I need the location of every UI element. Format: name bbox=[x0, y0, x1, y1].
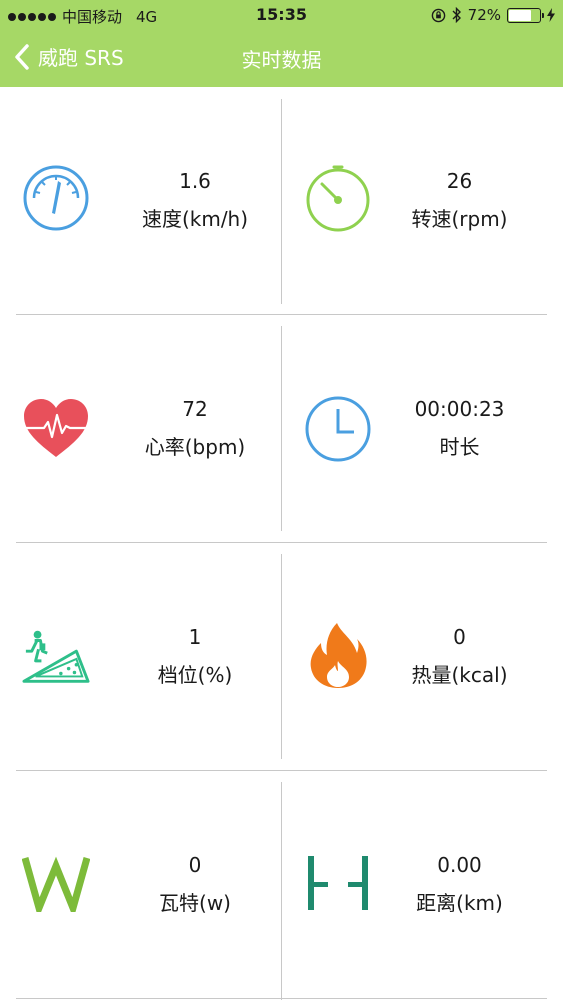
metric-speed: 1.6 速度(km/h) bbox=[0, 87, 281, 315]
status-right: 72% bbox=[431, 6, 555, 24]
heart-rate-value: 72 bbox=[182, 397, 208, 421]
battery-percent: 72% bbox=[467, 6, 501, 24]
flame-icon bbox=[304, 621, 372, 689]
metric-watt: 0 瓦特(w) bbox=[0, 771, 281, 999]
metrics-row: 72 心率(bpm) 00:00:23 时长 bbox=[0, 315, 563, 543]
metric-text: 00:00:23 时长 bbox=[372, 395, 547, 461]
calories-label: 热量(kcal) bbox=[411, 663, 508, 687]
metric-rpm: 26 转速(rpm) bbox=[282, 87, 563, 315]
incline-label: 档位(%) bbox=[157, 663, 233, 687]
metric-incline: 1 档位(%) bbox=[0, 543, 281, 771]
incline-value: 1 bbox=[188, 625, 202, 649]
metric-duration: 00:00:23 时长 bbox=[282, 315, 563, 543]
metric-calories: 0 热量(kcal) bbox=[282, 543, 563, 771]
watt-value: 0 bbox=[188, 853, 202, 877]
charging-icon bbox=[547, 8, 555, 22]
row-divider bbox=[16, 998, 547, 999]
clock-icon bbox=[304, 395, 372, 463]
incline-icon bbox=[22, 623, 90, 691]
duration-label: 时长 bbox=[439, 435, 480, 459]
distance-label: 距离(km) bbox=[416, 891, 503, 915]
page-title: 实时数据 bbox=[241, 48, 322, 72]
metric-text: 0 热量(kcal) bbox=[372, 623, 547, 689]
nav-bar: 威跑 SRS 实时数据 bbox=[0, 30, 563, 87]
rpm-dial-icon bbox=[304, 164, 372, 232]
metric-text: 0 瓦特(w) bbox=[100, 851, 290, 917]
metric-text: 26 转速(rpm) bbox=[372, 167, 547, 233]
metric-text: 1.6 速度(km/h) bbox=[100, 167, 290, 233]
metric-distance: 0.00 距离(km) bbox=[282, 771, 563, 999]
rpm-value: 26 bbox=[446, 169, 473, 193]
metrics-row: 1.6 速度(km/h) 26 转速(rpm) bbox=[0, 87, 563, 315]
watt-icon bbox=[22, 849, 90, 917]
speed-label: 速度(km/h) bbox=[141, 207, 249, 231]
speedometer-icon bbox=[22, 164, 90, 232]
status-bar: 中国移动 4G 15:35 72% bbox=[0, 0, 563, 30]
heart-rate-icon bbox=[22, 394, 90, 462]
metrics-grid: 1.6 速度(km/h) 26 转速(rpm) 72 心率(bpm) 00:00… bbox=[0, 87, 563, 1000]
distance-value: 0.00 bbox=[437, 853, 482, 877]
rpm-label: 转速(rpm) bbox=[411, 207, 508, 231]
metric-text: 0.00 距离(km) bbox=[372, 851, 547, 917]
metric-text: 72 心率(bpm) bbox=[100, 395, 290, 461]
rotation-lock-icon bbox=[431, 8, 445, 22]
app-header: 中国移动 4G 15:35 72% 威跑 SRS 实时数据 bbox=[0, 0, 563, 87]
metric-text: 1 档位(%) bbox=[100, 623, 290, 689]
metric-heart-rate: 72 心率(bpm) bbox=[0, 315, 281, 543]
duration-value: 00:00:23 bbox=[414, 397, 505, 421]
metrics-row: 1 档位(%) 0 热量(kcal) bbox=[0, 543, 563, 771]
heart-rate-label: 心率(bpm) bbox=[144, 435, 246, 459]
distance-icon bbox=[304, 849, 372, 917]
calories-value: 0 bbox=[453, 625, 466, 649]
battery-icon bbox=[507, 7, 544, 23]
metrics-row: 0 瓦特(w) 0.00 距离(km) bbox=[0, 771, 563, 1000]
bluetooth-icon bbox=[452, 7, 461, 23]
speed-value: 1.6 bbox=[179, 169, 211, 193]
battery-level bbox=[509, 9, 531, 21]
watt-label: 瓦特(w) bbox=[159, 891, 231, 915]
